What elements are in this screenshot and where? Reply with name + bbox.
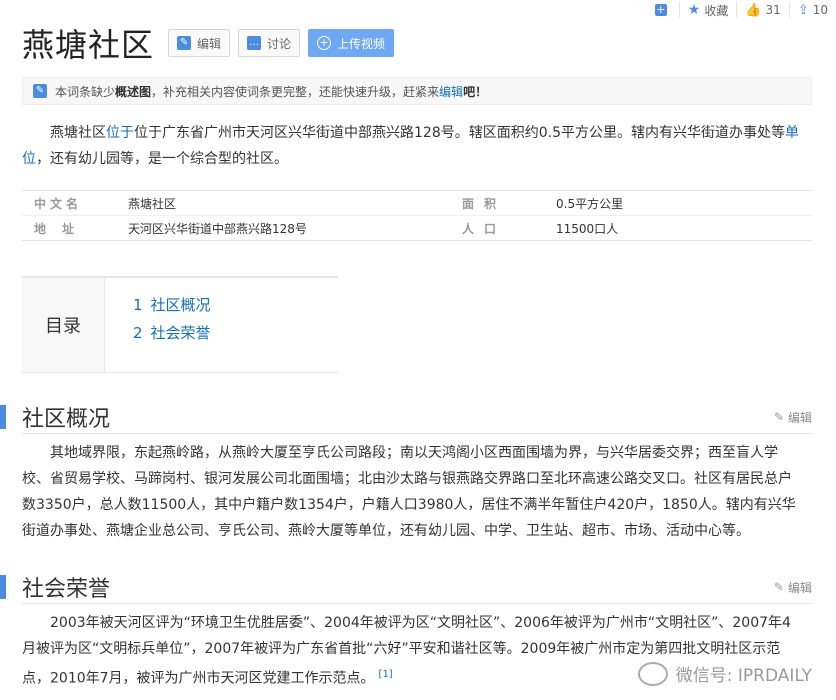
favorite-label: 收藏: [704, 3, 729, 18]
section-marker: [0, 405, 6, 429]
intro-text-b: 位于广东省广州市天河区兴华街道中部燕兴路128号。辖区面积约0.5平方公里。辖内…: [134, 125, 785, 141]
toc-item-overview[interactable]: 1 社区概况: [133, 294, 211, 322]
section-marker: [0, 575, 6, 599]
info-key: 人口: [462, 221, 507, 236]
add-button[interactable]: +: [647, 2, 679, 18]
info-value: 燕塘社区: [128, 196, 177, 211]
section-overview-text: 其地域界限，东起燕岭路，从燕岭大厦至亨氏公司路段；南以天鸿阁小区西面围墙为界，与…: [22, 445, 796, 539]
notice-suffix: 吧！: [463, 84, 488, 99]
section-divider: [22, 603, 812, 604]
section-edit-label: 编辑: [787, 410, 812, 425]
edit-label: 编辑: [197, 36, 222, 51]
toc-label: 社区概况: [150, 296, 211, 314]
toc-list: 1 社区概况 2 社会荣誉: [133, 294, 211, 372]
info-key: 地址: [34, 221, 91, 236]
info-value: 0.5平方公里: [556, 196, 624, 211]
section-edit-label: 编辑: [787, 580, 812, 595]
info-value: 11500口人: [556, 221, 619, 236]
intro-paragraph: 燕塘社区位于位于广东省广州市天河区兴华街道中部燕兴路128号。辖区面积约0.5平…: [22, 120, 802, 172]
upload-label: 上传视频: [337, 36, 386, 51]
intro-text-c: ，还有幼儿园等，是一个综合型的社区。: [36, 151, 288, 167]
share-icon: ⇪: [797, 2, 809, 18]
info-key: 面积: [462, 196, 507, 211]
favorite-button[interactable]: ★ 收藏: [678, 2, 737, 18]
wechat-icon: [637, 661, 668, 686]
discuss-label: 讨论: [267, 36, 292, 51]
add-circle-icon: +: [317, 36, 332, 50]
upload-video-button[interactable]: + 上传视频: [308, 29, 395, 57]
notice-edit-link[interactable]: 编辑: [439, 83, 463, 100]
section-divider: [22, 433, 812, 434]
watermark-text: 微信号: IPRDAILY: [675, 666, 812, 686]
wechat-watermark: 微信号: IPRDAILY: [637, 661, 812, 686]
plus-icon: +: [654, 3, 667, 16]
star-icon: ★: [687, 2, 701, 18]
title-row: 燕塘社区 ✎ 编辑 … 讨论 + 上传视频: [22, 20, 402, 66]
toc-label: 社会荣誉: [150, 324, 211, 342]
info-row: 地址 天河区兴华街道中部燕兴路128号 人口 11500口人: [22, 215, 812, 240]
share-count: 10: [812, 3, 828, 17]
pencil-icon: ✎: [773, 410, 784, 424]
pencil-icon: ✎: [33, 84, 47, 98]
info-value: 天河区兴华街道中部燕兴路128号: [128, 221, 307, 236]
pencil-icon: ✎: [177, 36, 192, 50]
notice-prefix: 本词条缺少: [55, 84, 116, 99]
section-title: 社区概况: [22, 407, 111, 432]
table-of-contents: 目录 1 社区概况 2 社会荣誉: [22, 276, 338, 373]
discuss-button[interactable]: … 讨论: [238, 29, 301, 57]
section-heading-overview: 社区概况 ✎ 编辑: [0, 403, 812, 432]
reference-link[interactable]: [1]: [379, 669, 393, 680]
toc-number: 2: [133, 324, 143, 342]
notice-middle: ，补充相关内容使词条更完整，还能快速升级，赶紧来: [151, 84, 440, 99]
top-toolbar: + ★ 收藏 👍 31 ⇪ 10: [647, 0, 836, 20]
pencil-icon: ✎: [773, 580, 784, 594]
section-title: 社会荣誉: [22, 577, 111, 602]
toc-item-honors[interactable]: 2 社会荣誉: [133, 322, 211, 350]
like-count: 31: [765, 3, 781, 17]
share-button[interactable]: ⇪ 10: [788, 2, 836, 18]
basic-info-table: 中文名 燕塘社区 面积 0.5平方公里 地址 天河区兴华街道中部燕兴路128号 …: [22, 190, 812, 241]
intro-text-a: 燕塘社区: [50, 125, 106, 141]
like-button[interactable]: 👍 31: [736, 2, 788, 18]
section-heading-honors: 社会荣誉 ✎ 编辑: [0, 573, 812, 602]
thumbs-up-icon: 👍: [745, 2, 762, 18]
section-edit-button[interactable]: ✎ 编辑: [774, 579, 812, 596]
edit-button[interactable]: ✎ 编辑: [168, 29, 231, 57]
info-key: 中文名: [34, 196, 83, 211]
page-title: 燕塘社区: [22, 26, 155, 64]
missing-image-notice: ✎ 本词条缺少 概述图 ，补充相关内容使词条更完整，还能快速升级，赶紧来 编辑 吧！: [22, 77, 812, 105]
toc-number: 1: [133, 296, 143, 314]
info-row: 中文名 燕塘社区 面积 0.5平方公里: [22, 191, 812, 215]
chat-icon: …: [247, 36, 262, 50]
section-edit-button[interactable]: ✎ 编辑: [774, 409, 812, 426]
toc-title: 目录: [22, 278, 105, 372]
notice-bold: 概述图: [115, 84, 152, 99]
intro-link-location[interactable]: 位于: [106, 125, 134, 141]
